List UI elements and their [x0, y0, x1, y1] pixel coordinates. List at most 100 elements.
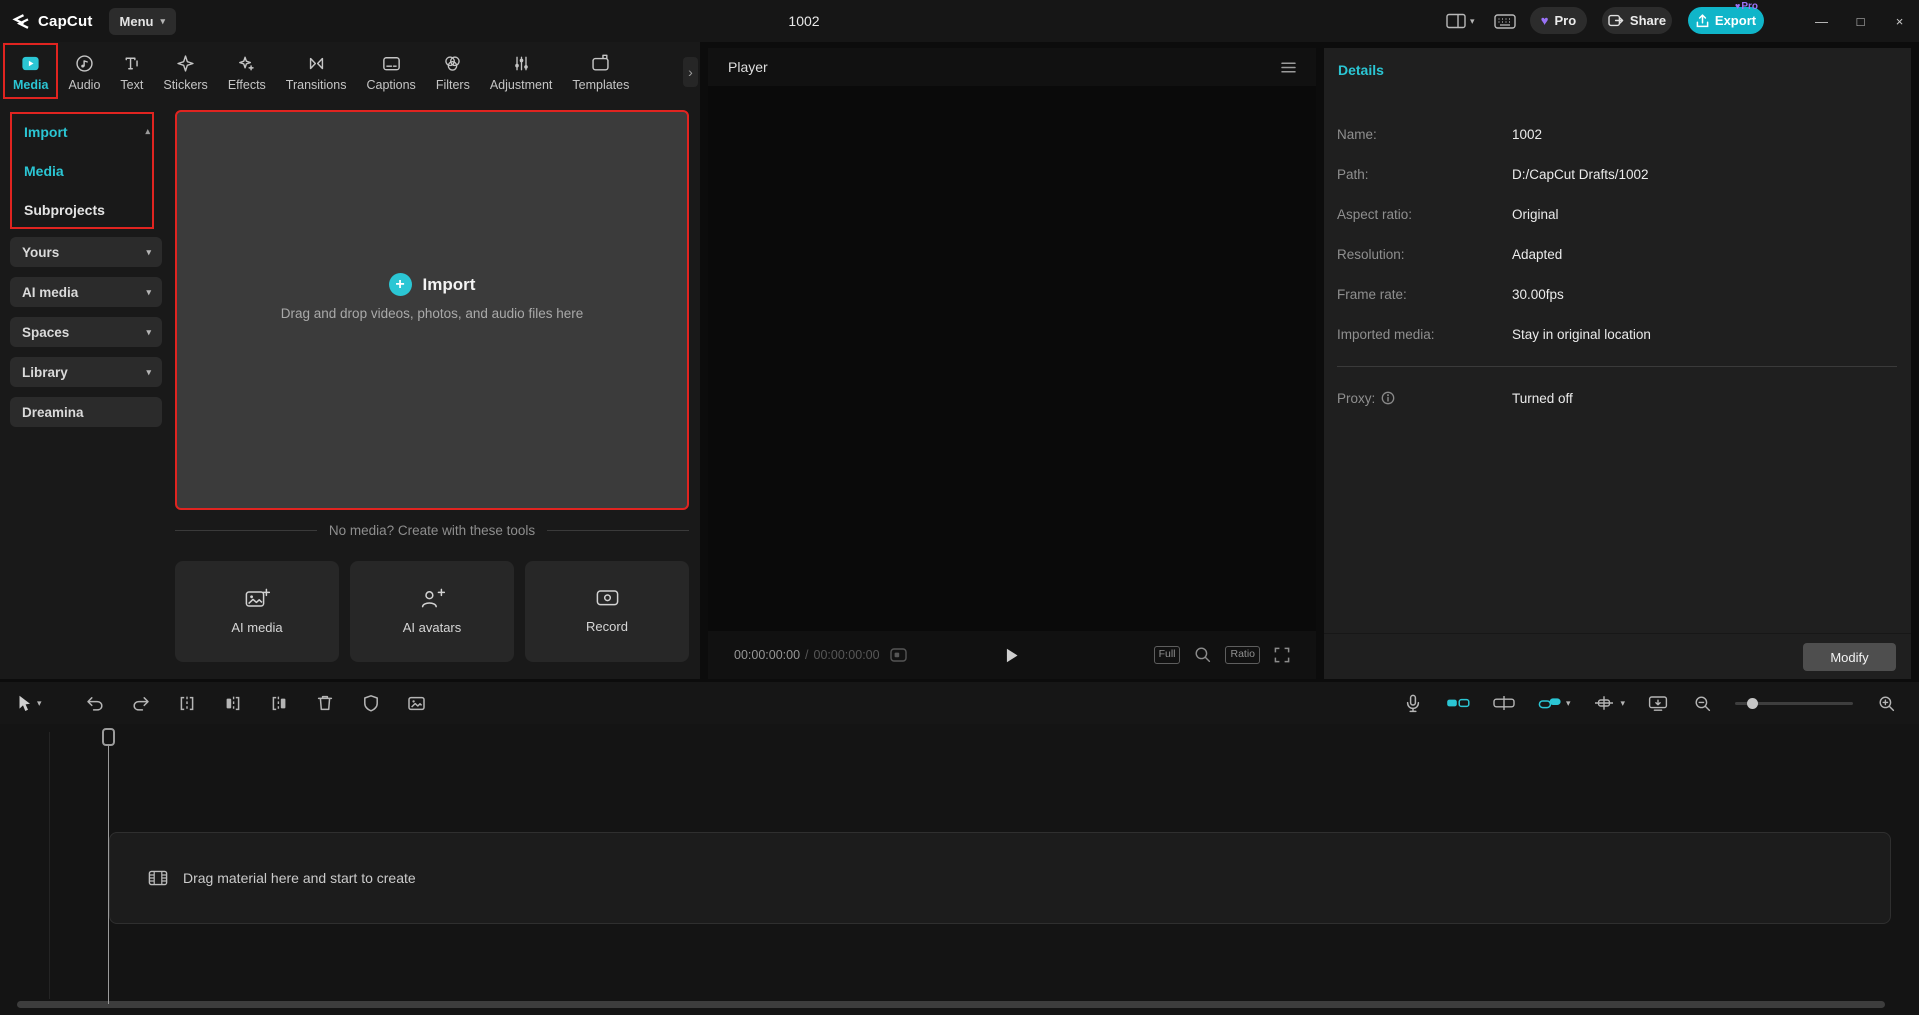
redo-button[interactable]: [130, 695, 152, 712]
shortcuts-button[interactable]: [1494, 0, 1516, 42]
main-track-magnet-toggle[interactable]: [1446, 695, 1470, 711]
ratio-button[interactable]: Ratio: [1225, 646, 1260, 664]
microphone-icon: [1406, 694, 1420, 712]
screen-cast-button[interactable]: [1647, 695, 1669, 712]
preview-quality-icon[interactable]: [889, 648, 907, 662]
preview-axis-toggle[interactable]: ▾: [1592, 695, 1625, 711]
tab-transitions[interactable]: Transitions: [281, 44, 352, 100]
playhead-handle[interactable]: [102, 728, 115, 746]
share-button[interactable]: Share: [1602, 7, 1672, 34]
templates-icon: [592, 54, 610, 71]
modify-button[interactable]: Modify: [1803, 643, 1896, 671]
chevron-down-icon: ▾: [146, 246, 151, 257]
mask-button[interactable]: [360, 694, 382, 712]
tab-filters[interactable]: Filters: [431, 44, 475, 100]
timeline-toolbar: ▾ ▾ ▾: [0, 682, 1919, 724]
tab-audio[interactable]: Audio: [63, 44, 105, 100]
sidebar-item-media[interactable]: Media: [10, 151, 162, 190]
slider-thumb[interactable]: [1747, 697, 1758, 709]
select-tool-button[interactable]: ▾: [16, 694, 42, 713]
voiceover-button[interactable]: [1402, 694, 1424, 713]
undo-button[interactable]: [84, 695, 106, 712]
effects-icon: [239, 56, 255, 71]
tab-media[interactable]: Media: [3, 43, 59, 100]
zoom-level-icon[interactable]: [1194, 646, 1211, 663]
sidebar-item-dreamina[interactable]: Dreamina: [10, 397, 162, 427]
transitions-icon: [309, 57, 323, 69]
auto-ripple-toggle[interactable]: [1492, 695, 1516, 711]
chevron-down-icon: ▾: [146, 326, 151, 337]
tab-captions[interactable]: Captions: [361, 44, 420, 100]
full-screen-quality-button[interactable]: Full: [1153, 646, 1181, 664]
close-button[interactable]: ×: [1880, 0, 1919, 42]
track-placeholder[interactable]: Drag material here and start to create: [109, 832, 1891, 924]
timeline-zoom-slider[interactable]: [1735, 697, 1853, 709]
minimize-button[interactable]: —: [1802, 0, 1841, 42]
keyboard-icon: [1494, 13, 1516, 29]
playhead-line: [108, 746, 109, 1004]
sidebar-item-spaces[interactable]: Spaces ▾: [10, 317, 162, 347]
media-browser-panel: Media Audio Text Stickers Effects Transi…: [0, 42, 700, 679]
player-menu-icon[interactable]: [1281, 61, 1296, 73]
maximize-button[interactable]: □: [1841, 0, 1880, 42]
sidebar-item-import[interactable]: Import ▴: [10, 112, 162, 151]
pro-heart-icon: ♥: [1735, 1, 1741, 11]
link-clips-toggle[interactable]: ▾: [1538, 695, 1571, 711]
timeline-area[interactable]: Drag material here and start to create: [0, 724, 1919, 1015]
main-track-magnet-icon: [1447, 698, 1470, 708]
delete-right-button[interactable]: [268, 695, 290, 712]
export-frame-icon: [408, 696, 425, 710]
ai-avatars-card[interactable]: AI avatars: [350, 561, 514, 662]
pro-button[interactable]: ♥ Pro: [1530, 7, 1587, 34]
delete-button[interactable]: [314, 694, 336, 712]
share-icon: [1608, 14, 1624, 27]
fullscreen-icon[interactable]: [1274, 647, 1290, 663]
delete-left-button[interactable]: [222, 695, 244, 712]
split-button[interactable]: [176, 695, 198, 712]
timeline-scrollbar[interactable]: [17, 1001, 1885, 1008]
tab-effects[interactable]: Effects: [223, 44, 271, 100]
play-button[interactable]: [1005, 647, 1020, 664]
total-duration: 00:00:00:00: [813, 648, 880, 662]
adjustment-icon: [514, 56, 528, 70]
player-header: Player: [708, 48, 1316, 86]
sidebar-item-ai-media[interactable]: AI media ▾: [10, 277, 162, 307]
timecode: 00:00:00:00 / 00:00:00:00: [734, 648, 880, 662]
tab-templates[interactable]: Templates: [567, 44, 634, 100]
chevron-down-icon: ▾: [1565, 697, 1571, 708]
tabbar-expand-button[interactable]: ›: [683, 57, 698, 87]
zoom-in-button[interactable]: [1875, 695, 1897, 712]
screen-cast-icon: [1648, 695, 1668, 711]
sidebar-item-subprojects[interactable]: Subprojects: [10, 190, 162, 229]
track-gutter-line: [49, 732, 50, 999]
trash-icon: [317, 695, 332, 711]
tab-label: Text: [120, 77, 144, 92]
asset-tabbar: Media Audio Text Stickers Effects Transi…: [0, 42, 700, 102]
zoom-in-icon: [1879, 696, 1894, 711]
record-card[interactable]: Record: [525, 561, 689, 662]
info-icon[interactable]: [1381, 391, 1395, 405]
link-clips-icon: [1538, 698, 1561, 709]
zoom-out-button[interactable]: [1691, 695, 1713, 712]
sidebar-item-library[interactable]: Library ▾: [10, 357, 162, 387]
zoom-out-icon: [1695, 696, 1710, 711]
menu-button[interactable]: Menu ▾: [108, 7, 177, 35]
export-frame-button[interactable]: [406, 695, 428, 712]
detail-row-imported-media: Imported media: Stay in original locatio…: [1337, 326, 1651, 342]
card-label: AI avatars: [402, 620, 462, 635]
layout-picker-button[interactable]: ▾: [1446, 0, 1475, 42]
track-placeholder-text: Drag material here and start to create: [183, 870, 416, 886]
tab-text[interactable]: Text: [115, 44, 148, 100]
import-dropzone[interactable]: + Import Drag and drop videos, photos, a…: [175, 110, 689, 510]
tab-stickers[interactable]: Stickers: [158, 44, 212, 100]
sidebar-item-yours[interactable]: Yours ▾: [10, 237, 162, 267]
audio-icon: [76, 54, 93, 72]
proxy-label: Proxy:: [1337, 390, 1376, 406]
sidebar-groups: Yours ▾ AI media ▾ Spaces ▾ Library ▾ Dr…: [10, 237, 162, 427]
detail-row-aspect-ratio: Aspect ratio: Original: [1337, 206, 1559, 222]
window-controls: — □ ×: [1802, 0, 1919, 42]
detail-row-frame-rate: Frame rate: 30.00fps: [1337, 286, 1564, 302]
tab-label: Media: [13, 77, 49, 92]
tab-adjustment[interactable]: Adjustment: [485, 44, 558, 100]
ai-media-card[interactable]: AI media: [175, 561, 339, 662]
